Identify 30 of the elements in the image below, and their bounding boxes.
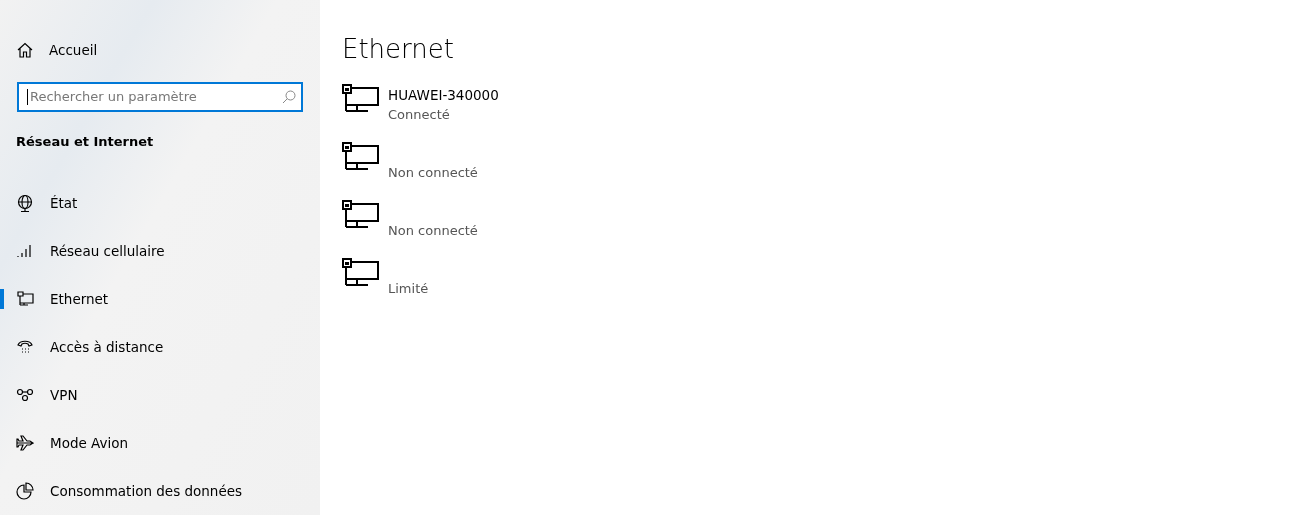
nav-item[interactable]: Accès à distance bbox=[0, 323, 320, 371]
ethernet-monitor-icon bbox=[342, 258, 379, 286]
ethernet-monitor-icon bbox=[342, 84, 379, 112]
page-title: Ethernet bbox=[342, 34, 455, 66]
nav-item[interactable]: Consommation des données bbox=[0, 467, 320, 515]
home-icon bbox=[17, 42, 33, 59]
adapter-status: Connecté bbox=[388, 106, 451, 124]
signal-bars-icon bbox=[16, 244, 34, 258]
adapter-status: Limité bbox=[388, 280, 429, 298]
section-title: Réseau et Internet bbox=[16, 133, 155, 149]
search-icon bbox=[282, 89, 296, 104]
nav-item[interactable]: VPN bbox=[0, 371, 320, 419]
airplane-icon bbox=[16, 434, 34, 452]
text-cursor bbox=[27, 88, 28, 105]
adapter-status: Non connecté bbox=[388, 164, 478, 182]
search-field[interactable]: Rechercher un paramètre bbox=[17, 81, 303, 112]
nav-item[interactable]: Mode Avion bbox=[0, 419, 320, 467]
phone-icon bbox=[16, 339, 34, 355]
ethernet-monitor-icon bbox=[342, 200, 379, 228]
nav-item[interactable]: État bbox=[0, 179, 320, 227]
vpn-icon bbox=[16, 388, 34, 402]
pie-chart-icon bbox=[16, 482, 34, 500]
nav-item[interactable]: Ethernet bbox=[0, 275, 320, 323]
ethernet-monitor-icon bbox=[342, 142, 379, 170]
globe-icon bbox=[16, 194, 34, 212]
adapter-name[interactable]: HUAWEI-340000 bbox=[388, 86, 499, 105]
adapter-status: Non connecté bbox=[388, 222, 478, 240]
ethernet-monitor-icon bbox=[16, 291, 34, 307]
home-link[interactable]: Accueil bbox=[17, 40, 320, 61]
nav-item[interactable]: Réseau cellulaire bbox=[0, 227, 320, 275]
